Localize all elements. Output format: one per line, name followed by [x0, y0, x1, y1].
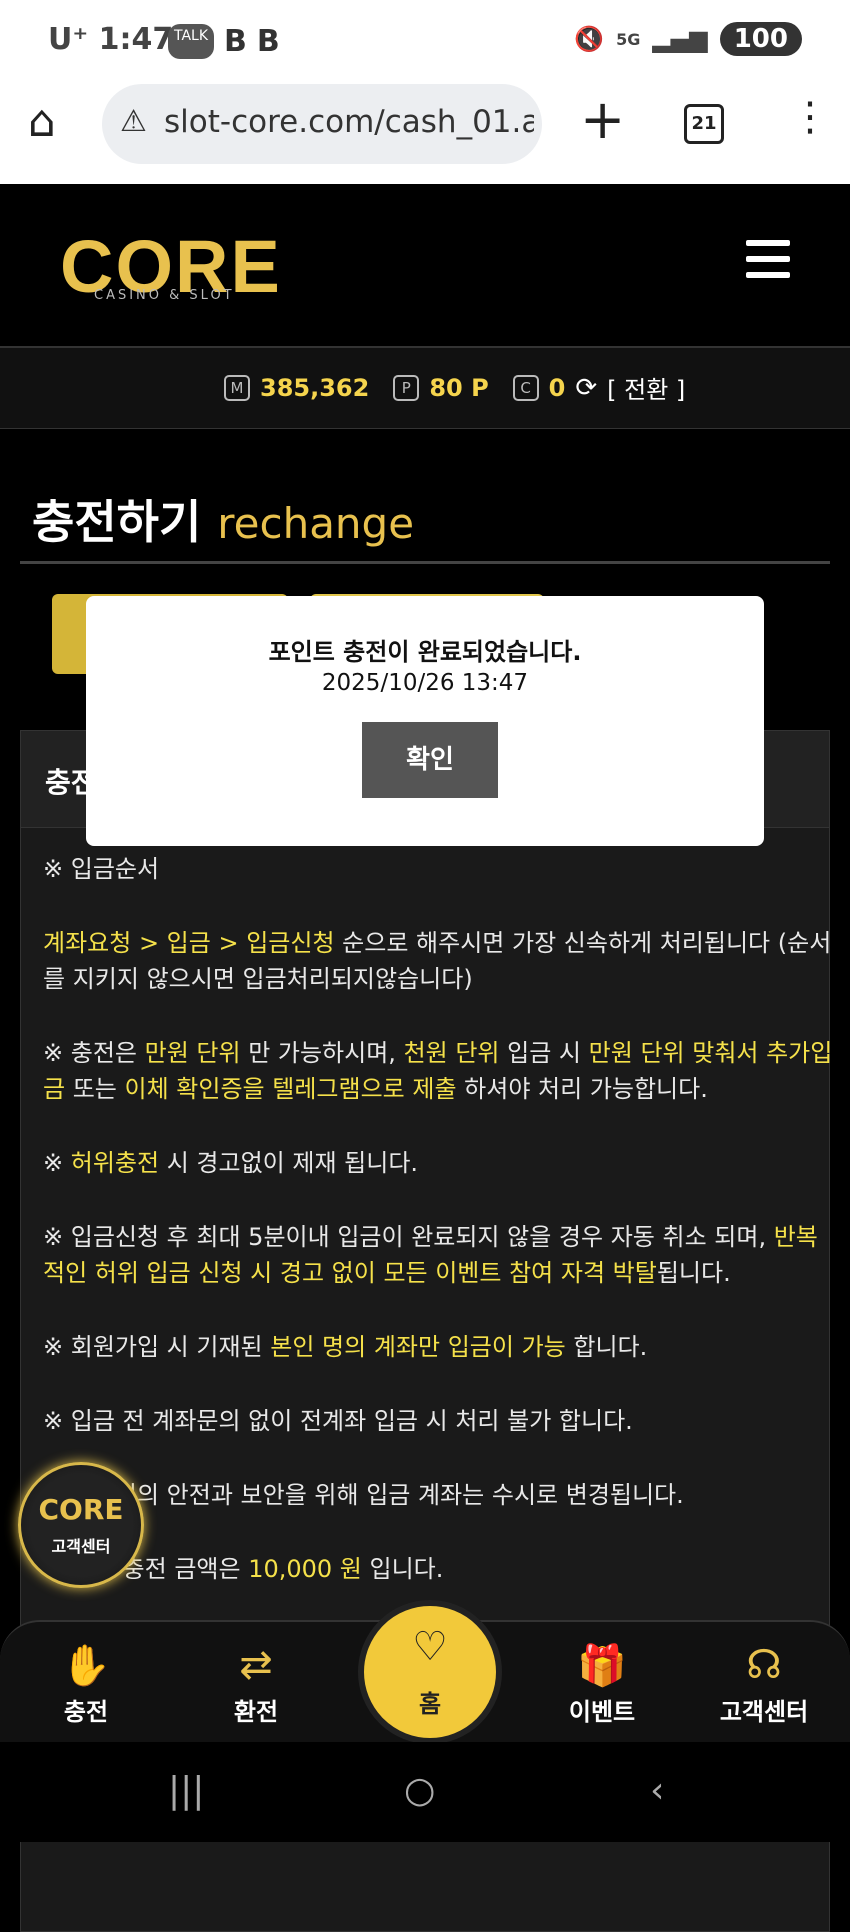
nav-exchange[interactable]: ⇄ 환전: [186, 1642, 326, 1727]
system-icons: 🔇 5G ▂▄▆ 100: [574, 22, 802, 56]
browser-toolbar: ⌂ ⚠ slot-core.com/cash_01.asp + 21 ⋮: [0, 80, 850, 184]
exchange-icon: ⇄: [239, 1642, 273, 1688]
notice-minimum: ※ 최소 충전 금액은 10,000 원 입니다.: [43, 1555, 444, 1583]
balance-bar: M 385,362 P 80 P C 0 ⟳ [ 전환 ]: [0, 348, 850, 429]
signal-icon: ▂▄▆: [652, 25, 708, 53]
money-icon: M: [224, 374, 250, 401]
notice-inquiry: ※ 입금 전 계좌문의 없이 전계좌 입금 시 처리 불가 합니다.: [43, 1407, 633, 1435]
alert-dialog: 포인트 충전이 완료되었습니다. 2025/10/26 13:47 확인: [86, 596, 764, 846]
hamburger-menu-icon[interactable]: [746, 240, 790, 288]
notice-own-account: ※ 회원가입 시 기재된 본인 명의 계좌만 입금이 가능 합니다.: [43, 1333, 648, 1361]
android-nav-bar: ||| ○ ‹: [0, 1742, 850, 1842]
address-bar[interactable]: ⚠ slot-core.com/cash_01.asp: [102, 84, 542, 164]
notice-order-title: ※ 입금순서: [43, 855, 160, 883]
notice-unit: ※ 충전은 만원 단위 만 가능하시며, 천원 단위 입금 시 만원 단위 맞춰…: [43, 1039, 833, 1103]
page-title: 충전하기 rechange: [32, 495, 415, 549]
site-header: CORE CASINO & SLOT: [0, 184, 850, 348]
nav-charge[interactable]: ✋ 충전: [16, 1642, 156, 1727]
refresh-icon[interactable]: ⟳: [575, 373, 597, 403]
convert-button[interactable]: [ 전환 ]: [607, 370, 685, 405]
money-balance: 385,362: [260, 373, 370, 402]
nav-event[interactable]: 🎁 이벤트: [532, 1642, 672, 1727]
mute-icon: 🔇: [574, 25, 605, 53]
notice-order: 계좌요청 > 입금 > 입금신청 순으로 해주시면 가장 신속하게 처리됩니다 …: [43, 929, 832, 993]
home-circle-icon[interactable]: ○: [404, 1770, 435, 1811]
home-icon[interactable]: ⌂: [28, 96, 56, 147]
title-divider: [20, 561, 830, 564]
notice-auto-cancel: ※ 입금신청 후 최대 5분이내 입금이 완료되지 않을 경우 자동 취소 되며…: [43, 1223, 818, 1287]
back-icon[interactable]: ‹: [650, 1770, 664, 1811]
confirm-button[interactable]: 확인: [362, 722, 498, 798]
tab-count-button[interactable]: 21: [684, 104, 724, 144]
status-bar: U⁺ 1:47 TALK B B 🔇 5G ▂▄▆ 100: [0, 0, 850, 80]
talk-icon: TALK: [168, 24, 215, 59]
clock: 1:47: [98, 22, 174, 57]
recents-icon[interactable]: |||: [168, 1770, 204, 1811]
coin-icon: C: [512, 374, 539, 401]
charge-icon: ✋: [61, 1643, 111, 1689]
network-label: 5G: [616, 29, 641, 49]
point-balance: 80 P: [429, 373, 489, 402]
warning-icon[interactable]: ⚠: [120, 104, 147, 139]
notice-security: ※ 회원님의 안전과 보안을 위해 입금 계좌는 수시로 변경됩니다.: [43, 1481, 684, 1509]
headset-icon: ☊: [746, 1642, 782, 1688]
url-text[interactable]: slot-core.com/cash_01.asp: [164, 104, 534, 140]
b-app-icon: B: [224, 24, 247, 59]
site-logo-subtitle: CASINO & SLOT: [94, 288, 235, 303]
b-app-icon: B: [256, 24, 280, 59]
point-icon: P: [393, 374, 420, 401]
gift-icon: 🎁: [577, 1643, 627, 1689]
notification-icons: TALK B B: [168, 24, 280, 59]
home-heart-icon: ♡: [412, 1624, 448, 1670]
battery-indicator: 100: [719, 22, 802, 56]
coin-balance: 0: [548, 373, 566, 402]
dialog-timestamp: 2025/10/26 13:47: [321, 670, 529, 696]
notice-fake-charge: ※ 허위충전 시 경고없이 제재 됩니다.: [43, 1149, 419, 1177]
nav-home[interactable]: ♡ 홈: [358, 1600, 502, 1744]
floating-support-button[interactable]: CORE 고객센터: [18, 1462, 144, 1588]
nav-support[interactable]: ☊ 고객센터: [694, 1642, 834, 1727]
new-tab-icon[interactable]: +: [580, 88, 625, 151]
dialog-message: 포인트 충전이 완료되었습니다.: [268, 638, 582, 666]
more-menu-icon[interactable]: ⋮: [790, 94, 830, 140]
carrier-label: U⁺: [48, 22, 89, 57]
